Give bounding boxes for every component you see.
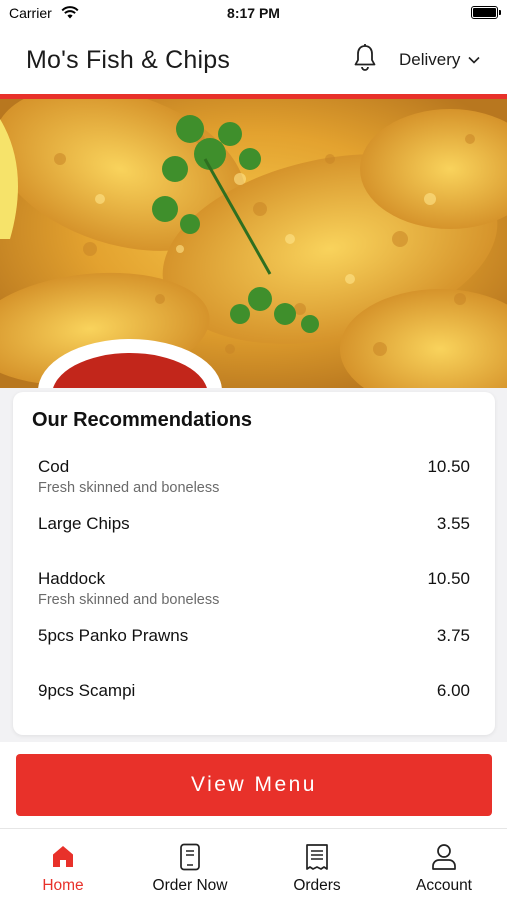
menu-item[interactable]: Cod Fresh skinned and boneless 10.50 [38, 457, 470, 496]
item-name: 5pcs Panko Prawns [38, 626, 189, 645]
tab-label: Home [42, 877, 84, 894]
tab-order-now[interactable]: Order Now [127, 829, 253, 900]
home-icon [53, 846, 73, 867]
tab-label: Account [415, 877, 472, 894]
delivery-selector[interactable]: Delivery [399, 50, 480, 70]
recommendations-title: Our Recommendations [32, 409, 253, 431]
clock: 8:17 PM [227, 5, 280, 21]
menu-item[interactable]: Large Chips 3.55 [38, 514, 470, 534]
tab-orders[interactable]: Orders [254, 829, 380, 900]
recommendations-card: Our Recommendations Cod Fresh skinned an… [13, 392, 495, 735]
tab-account[interactable]: Account [381, 829, 507, 900]
item-name: Haddock [38, 569, 106, 588]
app-title: Mo's Fish & Chips [26, 46, 231, 74]
item-price: 10.50 [427, 569, 470, 588]
item-price: 3.75 [436, 626, 470, 645]
item-price: 3.55 [436, 514, 470, 533]
item-description: Fresh skinned and boneless [38, 480, 220, 496]
person-icon [432, 844, 456, 870]
delivery-label: Delivery [399, 50, 461, 69]
view-menu-button[interactable]: View Menu [16, 754, 492, 816]
battery-icon [471, 6, 501, 19]
app-header: Mo's Fish & Chips Delivery [0, 26, 507, 94]
hero-image [0, 99, 507, 388]
menu-item[interactable]: 5pcs Panko Prawns 3.75 [38, 626, 470, 646]
tab-home[interactable]: Home [0, 829, 126, 900]
order-icon [180, 843, 200, 871]
status-bar: Carrier 8:17 PM [0, 0, 507, 26]
item-name: 9pcs Scampi [38, 681, 136, 700]
tab-label: Orders [293, 877, 341, 894]
item-price: 6.00 [436, 681, 470, 700]
bell-icon[interactable] [351, 43, 379, 73]
chevron-down-icon [468, 56, 480, 64]
receipt-icon [306, 844, 328, 870]
item-price: 10.50 [427, 457, 470, 476]
menu-item[interactable]: 9pcs Scampi 6.00 [38, 681, 470, 701]
item-name: Cod [38, 457, 70, 476]
menu-item[interactable]: Haddock Fresh skinned and boneless 10.50 [38, 569, 470, 608]
item-name: Large Chips [38, 514, 130, 533]
item-description: Fresh skinned and boneless [38, 592, 220, 608]
tab-label: Order Now [152, 877, 228, 894]
tab-bar: Home Order Now Orders Account [0, 828, 507, 900]
